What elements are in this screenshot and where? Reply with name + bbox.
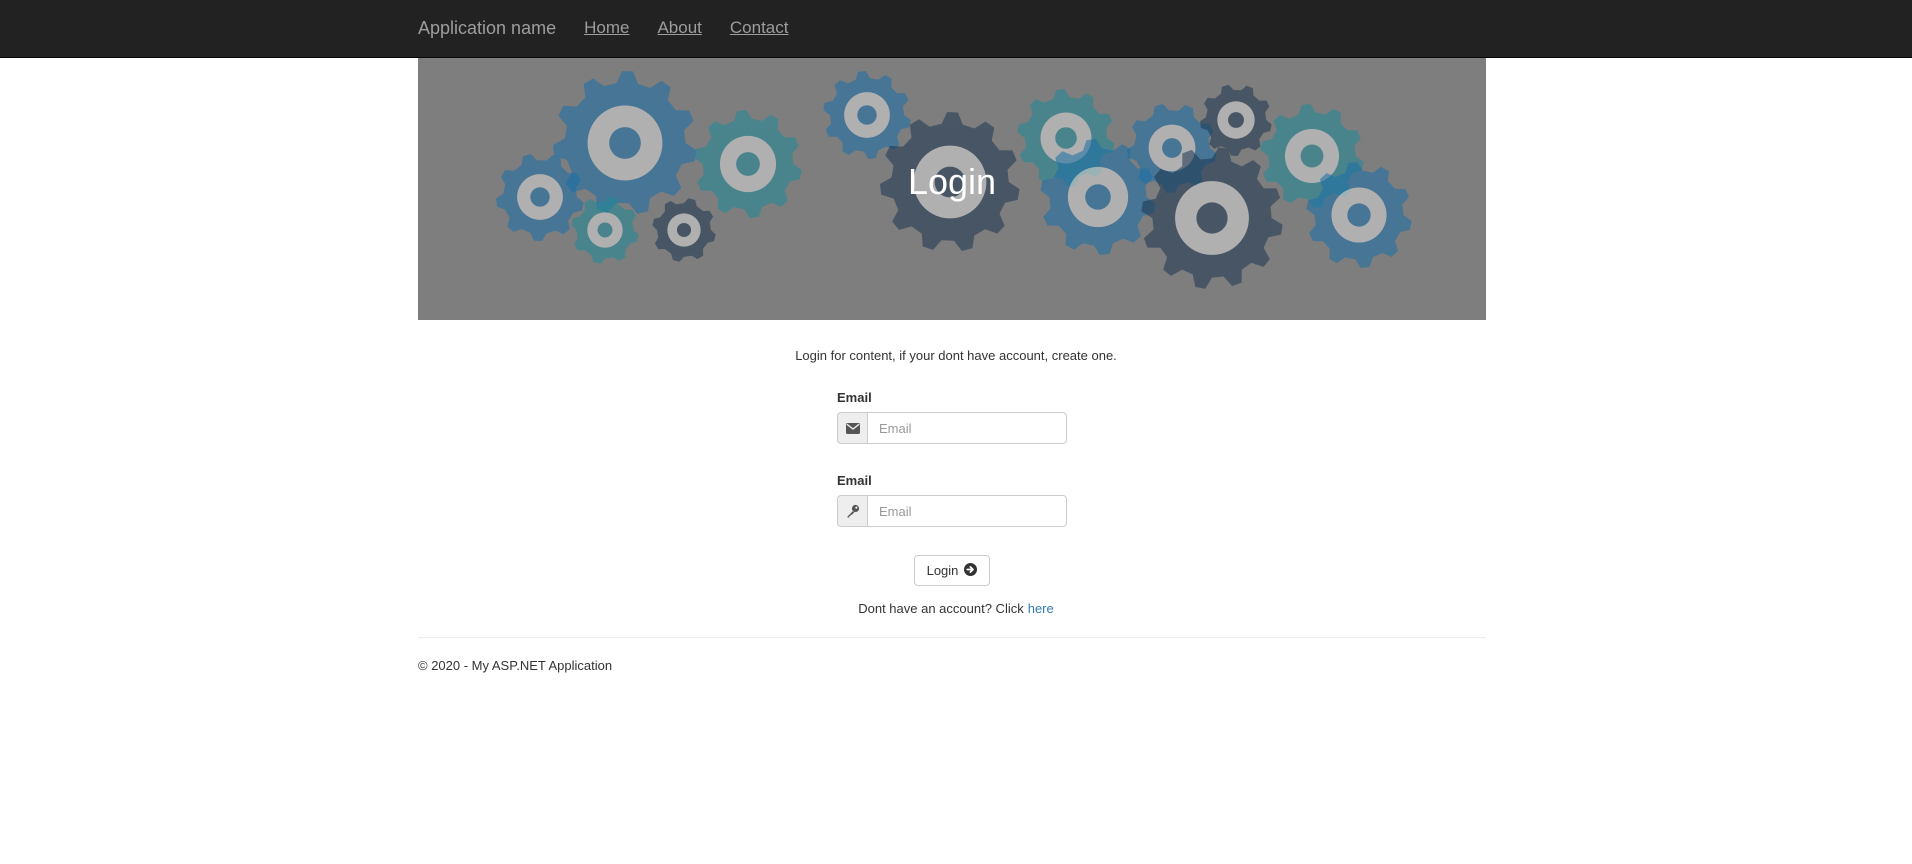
page-title: Login: [907, 161, 997, 202]
navbar-inner: Application name Home About Contact: [418, 0, 816, 58]
email-input[interactable]: [867, 412, 1067, 444]
brand-link[interactable]: Application name: [418, 18, 556, 39]
navbar: Application name Home About Contact: [0, 0, 1912, 58]
nav-link-home[interactable]: Home: [584, 18, 629, 38]
hero-banner: Login: [418, 58, 1486, 320]
intro-text: Login for content, if your dont have acc…: [795, 348, 1117, 363]
footer-copyright: © 2020 - My ASP.NET Application: [418, 658, 613, 673]
email-input-group: [837, 412, 1067, 444]
nav-link-contact[interactable]: Contact: [730, 18, 789, 38]
envelope-icon: [837, 412, 867, 444]
gear-icon: [1200, 84, 1272, 156]
password-input-group: [837, 495, 1067, 527]
nav-link-about[interactable]: About: [657, 18, 701, 38]
gear-icon: [823, 71, 911, 159]
arrow-circle-right-icon: [964, 562, 978, 579]
footer-divider: [418, 637, 1486, 638]
signup-text: Dont have an account? Click: [858, 601, 1024, 616]
gear-icon: [652, 198, 716, 262]
login-button-label: Login: [926, 563, 959, 578]
password-input[interactable]: [867, 495, 1067, 527]
signup-prompt: Dont have an account? Click here: [0, 601, 1912, 616]
email-label: Email: [837, 390, 872, 405]
key-icon: [837, 495, 867, 527]
signup-link[interactable]: here: [1028, 601, 1054, 616]
login-button[interactable]: Login: [914, 555, 990, 586]
password-label: Email: [837, 473, 872, 488]
